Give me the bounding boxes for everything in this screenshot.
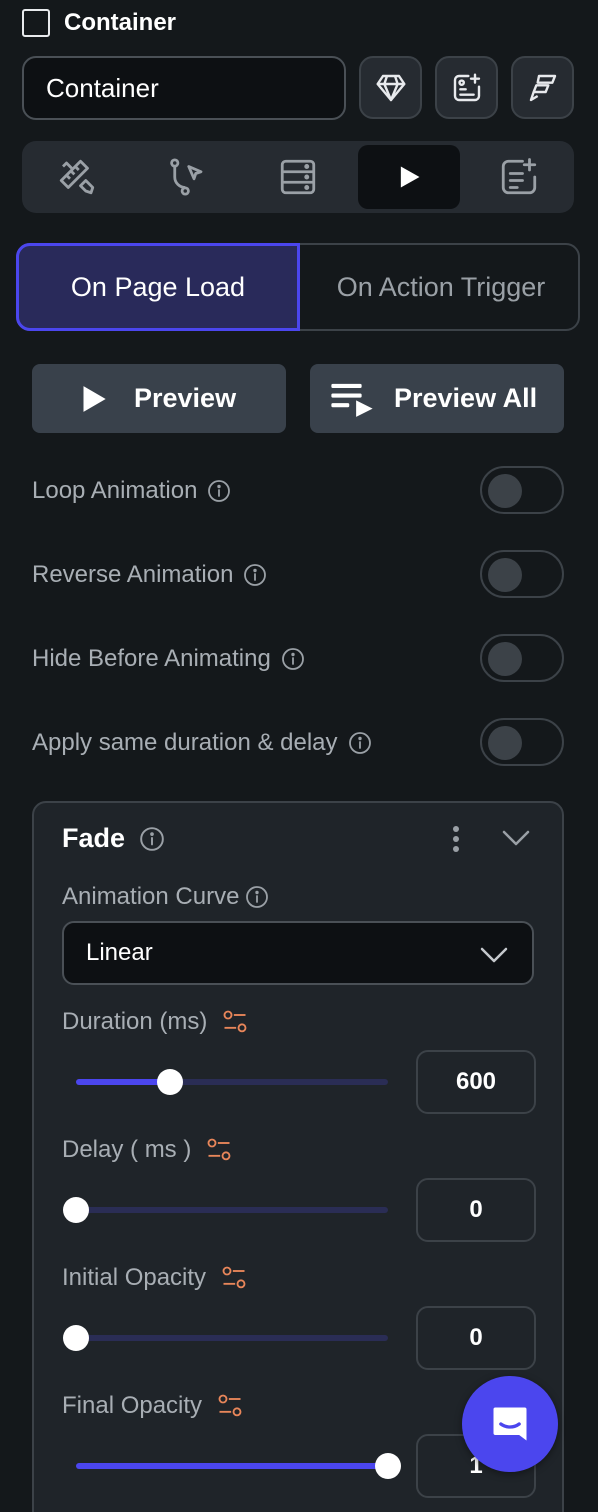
duration-label-text: Duration (ms)	[62, 1008, 208, 1035]
on-page-load-option[interactable]: On Page Load	[16, 243, 300, 331]
header: Container	[22, 8, 176, 38]
animation-curve-dropdown[interactable]: Linear	[62, 921, 534, 985]
variable-settings-icon[interactable]	[205, 1136, 233, 1164]
duration-value[interactable]: 600	[416, 1050, 536, 1114]
add-widget-icon	[453, 72, 480, 101]
variable-settings-icon[interactable]	[216, 1392, 244, 1420]
add-notes-icon	[501, 158, 537, 195]
preview-button[interactable]: Preview	[32, 364, 286, 433]
loop-animation-label: Loop Animation	[32, 477, 198, 504]
effect-title: Fade	[62, 823, 165, 854]
duration-label: Duration (ms)	[62, 1008, 249, 1036]
same-duration-delay-row: Apply same duration & delay	[32, 718, 564, 768]
chevron-down-icon[interactable]	[502, 829, 530, 847]
duration-slider[interactable]	[76, 1067, 388, 1097]
hide-before-animating-row: Hide Before Animating	[32, 634, 564, 684]
loop-animation-row: Loop Animation	[32, 466, 564, 516]
reverse-animation-row: Reverse Animation	[32, 550, 564, 600]
widget-name-input[interactable]: Container	[22, 56, 346, 120]
info-icon[interactable]	[245, 885, 269, 909]
add-widget-button[interactable]	[435, 56, 498, 119]
initial-opacity-value[interactable]: 0	[416, 1306, 536, 1370]
variable-settings-icon[interactable]	[221, 1008, 249, 1036]
tab-notes[interactable]	[468, 145, 570, 209]
info-icon[interactable]	[348, 731, 372, 755]
hide-before-animating-label: Hide Before Animating	[32, 645, 271, 672]
play-icon	[400, 166, 420, 188]
initial-opacity-slider[interactable]	[63, 1323, 388, 1353]
slider-thumb[interactable]	[63, 1325, 89, 1351]
header-title: Container	[64, 9, 177, 36]
info-icon[interactable]	[243, 563, 267, 587]
on-action-trigger-option[interactable]: On Action Trigger	[300, 243, 582, 331]
initial-opacity-label-text: Initial Opacity	[62, 1264, 207, 1291]
slider-thumb[interactable]	[156, 1069, 183, 1095]
final-opacity-label-text: Final Opacity	[62, 1392, 203, 1419]
same-duration-delay-toggle[interactable]	[480, 718, 564, 766]
same-duration-delay-label: Apply same duration & delay	[32, 729, 338, 756]
more-vertical-icon[interactable]	[448, 825, 464, 855]
chevron-down-icon	[480, 947, 508, 963]
play-icon	[83, 385, 106, 412]
tab-backend[interactable]	[247, 145, 349, 209]
preview-label: Preview	[134, 383, 237, 413]
final-opacity-slider[interactable]	[76, 1451, 401, 1481]
slider-thumb[interactable]	[375, 1453, 401, 1479]
chat-support-button[interactable]	[462, 1376, 558, 1472]
preview-all-label: Preview All	[394, 383, 538, 413]
trigger-selector: On Page Load On Action Trigger	[16, 243, 580, 331]
slider-thumb[interactable]	[63, 1197, 89, 1223]
action-flow-icon	[170, 158, 203, 196]
delay-label-text: Delay ( ms )	[62, 1136, 192, 1163]
info-icon[interactable]	[139, 826, 165, 852]
flutterflow-button[interactable]	[511, 56, 574, 119]
info-icon[interactable]	[281, 647, 305, 671]
preview-all-button[interactable]: Preview All	[310, 364, 564, 433]
final-opacity-label: Final Opacity	[62, 1392, 244, 1420]
database-icon	[280, 159, 316, 195]
reverse-animation-label: Reverse Animation	[32, 561, 234, 588]
flutterflow-icon	[529, 74, 556, 101]
initial-opacity-label: Initial Opacity	[62, 1264, 248, 1292]
animation-curve-label-text: Animation Curve	[62, 883, 240, 910]
header-checkbox[interactable]	[22, 9, 50, 37]
animation-curve-label: Animation Curve	[62, 883, 269, 911]
delay-value[interactable]: 0	[416, 1178, 536, 1242]
loop-animation-toggle[interactable]	[480, 466, 564, 514]
tab-actions[interactable]	[136, 145, 238, 209]
playlist-play-icon	[331, 383, 373, 417]
properties-tabbar	[22, 141, 574, 213]
info-icon[interactable]	[207, 479, 231, 503]
variable-settings-icon[interactable]	[220, 1264, 248, 1292]
hide-before-animating-toggle[interactable]	[480, 634, 564, 682]
animation-curve-value: Linear	[86, 939, 153, 966]
tab-animations[interactable]	[358, 145, 460, 209]
reverse-animation-toggle[interactable]	[480, 550, 564, 598]
chat-icon	[493, 1407, 527, 1441]
tab-properties[interactable]	[26, 145, 128, 209]
delay-label: Delay ( ms )	[62, 1136, 233, 1164]
gem-button[interactable]	[359, 56, 422, 119]
gem-icon	[375, 74, 406, 101]
ruler-pencil-icon	[59, 159, 95, 195]
effect-title-text: Fade	[62, 823, 126, 853]
delay-slider[interactable]	[63, 1195, 388, 1225]
